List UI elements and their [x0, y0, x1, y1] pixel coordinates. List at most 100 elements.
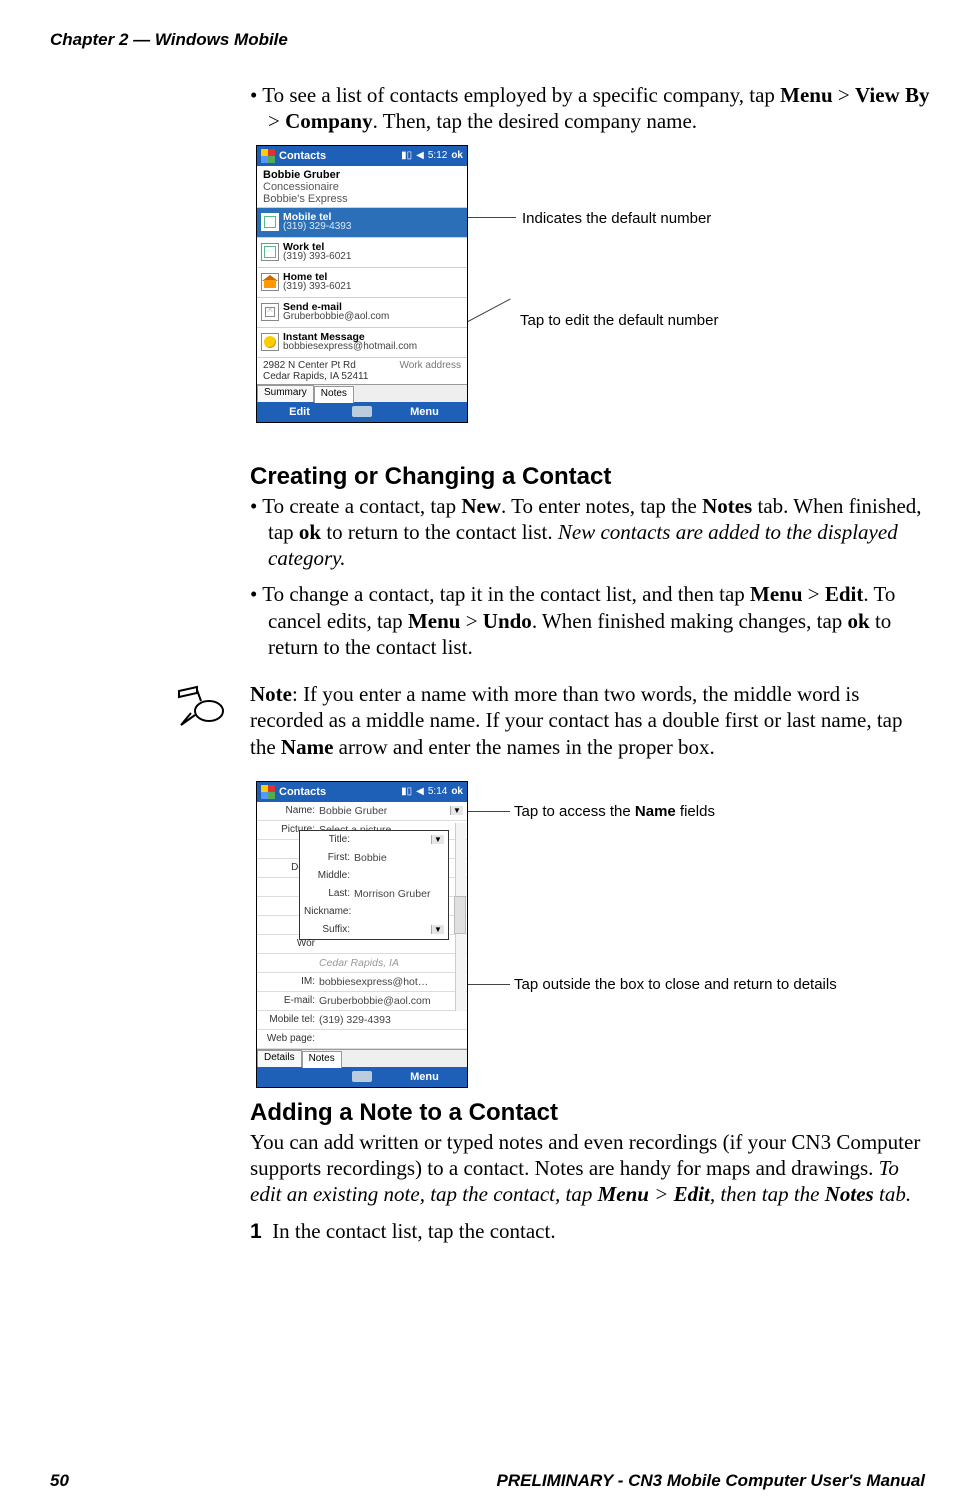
name-dropdown-panel[interactable]: Title: ▼ First:Bobbie Middle: Last:Morris… [299, 830, 449, 940]
contact-row-email[interactable]: Send e-mailGruberbobbie@aol.com [257, 297, 467, 327]
signal-icon: ▮▯ [401, 150, 412, 161]
step-1: 1 In the contact list, tap the contact. [272, 1218, 930, 1245]
callout-name-fields: Tap to access the Name fields [514, 803, 715, 820]
label: First: [304, 852, 354, 863]
step-number: 1 [250, 1220, 262, 1243]
start-flag-icon[interactable] [261, 149, 275, 163]
tab-bar: Details Notes [257, 1049, 467, 1067]
soft-right-menu[interactable]: Menu [382, 402, 467, 422]
ok-button[interactable]: ok [451, 150, 463, 161]
callout-line [468, 217, 516, 218]
contact-row-home[interactable]: Home tel(319) 393-6021 [257, 267, 467, 297]
label: Title: [304, 834, 354, 845]
heading-creating-contact: Creating or Changing a Contact [250, 463, 930, 491]
label: Name: [261, 805, 319, 816]
step-text: In the contact list, tap the contact. [272, 1219, 555, 1243]
email-icon [261, 303, 279, 321]
row-value: bobbiesexpress@hotmail.com [283, 342, 417, 352]
wm-titlebar: Contacts ▮▯ ◀ 5:12 ok [257, 146, 467, 166]
softkey-bar: Menu [257, 1067, 467, 1087]
chevron-down-icon[interactable]: ▼ [431, 835, 444, 844]
contact-header: Bobbie Gruber Concessionaire Bobbie's Ex… [257, 166, 467, 207]
addr-line2: Cedar Rapids, IA 52411 [263, 371, 368, 382]
soft-right-menu[interactable]: Menu [382, 1067, 467, 1087]
sip-button[interactable] [342, 1067, 382, 1087]
tab-bar: Summary Notes [257, 384, 467, 402]
clock-text: 5:14 [428, 786, 447, 797]
app-title: Contacts [279, 786, 401, 798]
callout-line [468, 811, 510, 812]
home-icon [261, 273, 279, 291]
note-icon [175, 685, 225, 727]
tab-notes[interactable]: Notes [302, 1051, 342, 1068]
soft-left-edit[interactable]: Edit [257, 402, 342, 422]
body-p2: To create a contact, tap New. To enter n… [268, 493, 930, 572]
field-email[interactable]: E-mail:Gruberbobbie@aol.com [257, 992, 467, 1011]
signal-icon: ▮▯ [401, 786, 412, 797]
label: Suffix: [304, 924, 354, 935]
row-value: (319) 329-4393 [283, 222, 351, 232]
scrollbar-thumb[interactable] [454, 896, 466, 934]
work-phone-icon [261, 243, 279, 261]
page-header: Chapter 2 — Windows Mobile [50, 30, 288, 50]
address-row: 2982 N Center Pt RdCedar Rapids, IA 5241… [257, 357, 467, 384]
label: Web page: [261, 1033, 319, 1044]
heading-adding-note: Adding a Note to a Contact [250, 1099, 930, 1127]
app-title: Contacts [279, 150, 401, 162]
contact-company: Bobbie's Express [263, 193, 461, 205]
value: Cedar Rapids, IA [319, 957, 463, 969]
label: IM: [261, 976, 319, 987]
callout-line [468, 984, 510, 985]
wm-titlebar: Contacts ▮▯ ◀ 5:14 ok [257, 782, 467, 802]
tab-summary[interactable]: Summary [257, 385, 314, 402]
value: (319) 329-4393 [319, 1014, 463, 1026]
start-flag-icon[interactable] [261, 785, 275, 799]
tab-notes[interactable]: Notes [314, 386, 354, 403]
clock-text: 5:12 [428, 150, 447, 161]
row-value: (319) 393-6021 [283, 252, 351, 262]
addr-type-label: Work address [399, 360, 461, 382]
addr-line1: 2982 N Center Pt Rd [263, 360, 356, 371]
screenshot-contact-summary: Contacts ▮▯ ◀ 5:12 ok Bobbie Gruber Conc… [256, 145, 930, 445]
keyboard-icon [352, 406, 372, 417]
callout-line [468, 298, 511, 321]
value: Gruberbobbie@aol.com [319, 995, 463, 1007]
value: bobbiesexpress@hot… [319, 976, 463, 988]
body-p3: To change a contact, tap it in the conta… [268, 581, 930, 660]
drop-middle[interactable]: Middle: [300, 867, 448, 885]
drop-last[interactable]: Last:Morrison Gruber [300, 885, 448, 903]
field-webpage[interactable]: Web page: [257, 1030, 467, 1049]
label: Wor [261, 938, 319, 949]
drop-first[interactable]: First:Bobbie [300, 849, 448, 867]
label: Last: [304, 888, 354, 899]
mobile-phone-icon [261, 213, 279, 231]
softkey-bar: Edit Menu [257, 402, 467, 422]
contact-row-mobile[interactable]: Mobile tel(319) 329-4393 [257, 207, 467, 237]
screenshot-contact-edit: Contacts ▮▯ ◀ 5:14 ok Name:Bobbie Gruber… [256, 781, 930, 1081]
soft-left-blank [257, 1067, 342, 1087]
volume-icon: ◀ [416, 786, 424, 797]
tab-details[interactable]: Details [257, 1050, 302, 1067]
row-value: (319) 393-6021 [283, 282, 351, 292]
value: Bobbie Gruber [319, 805, 450, 817]
callout-close-panel: Tap outside the box to close and return … [514, 976, 837, 993]
field-name[interactable]: Name:Bobbie Gruber▼ [257, 802, 467, 821]
drop-suffix[interactable]: Suffix: ▼ [300, 921, 448, 939]
contact-row-im[interactable]: Instant Messagebobbiesexpress@hotmail.co… [257, 327, 467, 357]
drop-nickname[interactable]: Nickname: [300, 903, 448, 921]
drop-title[interactable]: Title: ▼ [300, 831, 448, 849]
chevron-down-icon[interactable]: ▼ [431, 925, 444, 934]
footer-title: PRELIMINARY - CN3 Mobile Computer User's… [497, 1471, 925, 1491]
keyboard-icon [352, 1071, 372, 1082]
contact-row-work[interactable]: Work tel(319) 393-6021 [257, 237, 467, 267]
field-im[interactable]: IM:bobbiesexpress@hot… [257, 973, 467, 992]
field-mobile[interactable]: Mobile tel:(319) 329-4393 [257, 1011, 467, 1030]
field-city[interactable]: Cedar Rapids, IA [257, 954, 467, 973]
chevron-down-icon[interactable]: ▼ [450, 806, 463, 815]
note-text: Note: If you enter a name with more than… [250, 681, 930, 760]
sip-button[interactable] [342, 402, 382, 422]
im-icon [261, 333, 279, 351]
volume-icon: ◀ [416, 150, 424, 161]
ok-button[interactable]: ok [451, 786, 463, 797]
row-value: Gruberbobbie@aol.com [283, 312, 389, 322]
